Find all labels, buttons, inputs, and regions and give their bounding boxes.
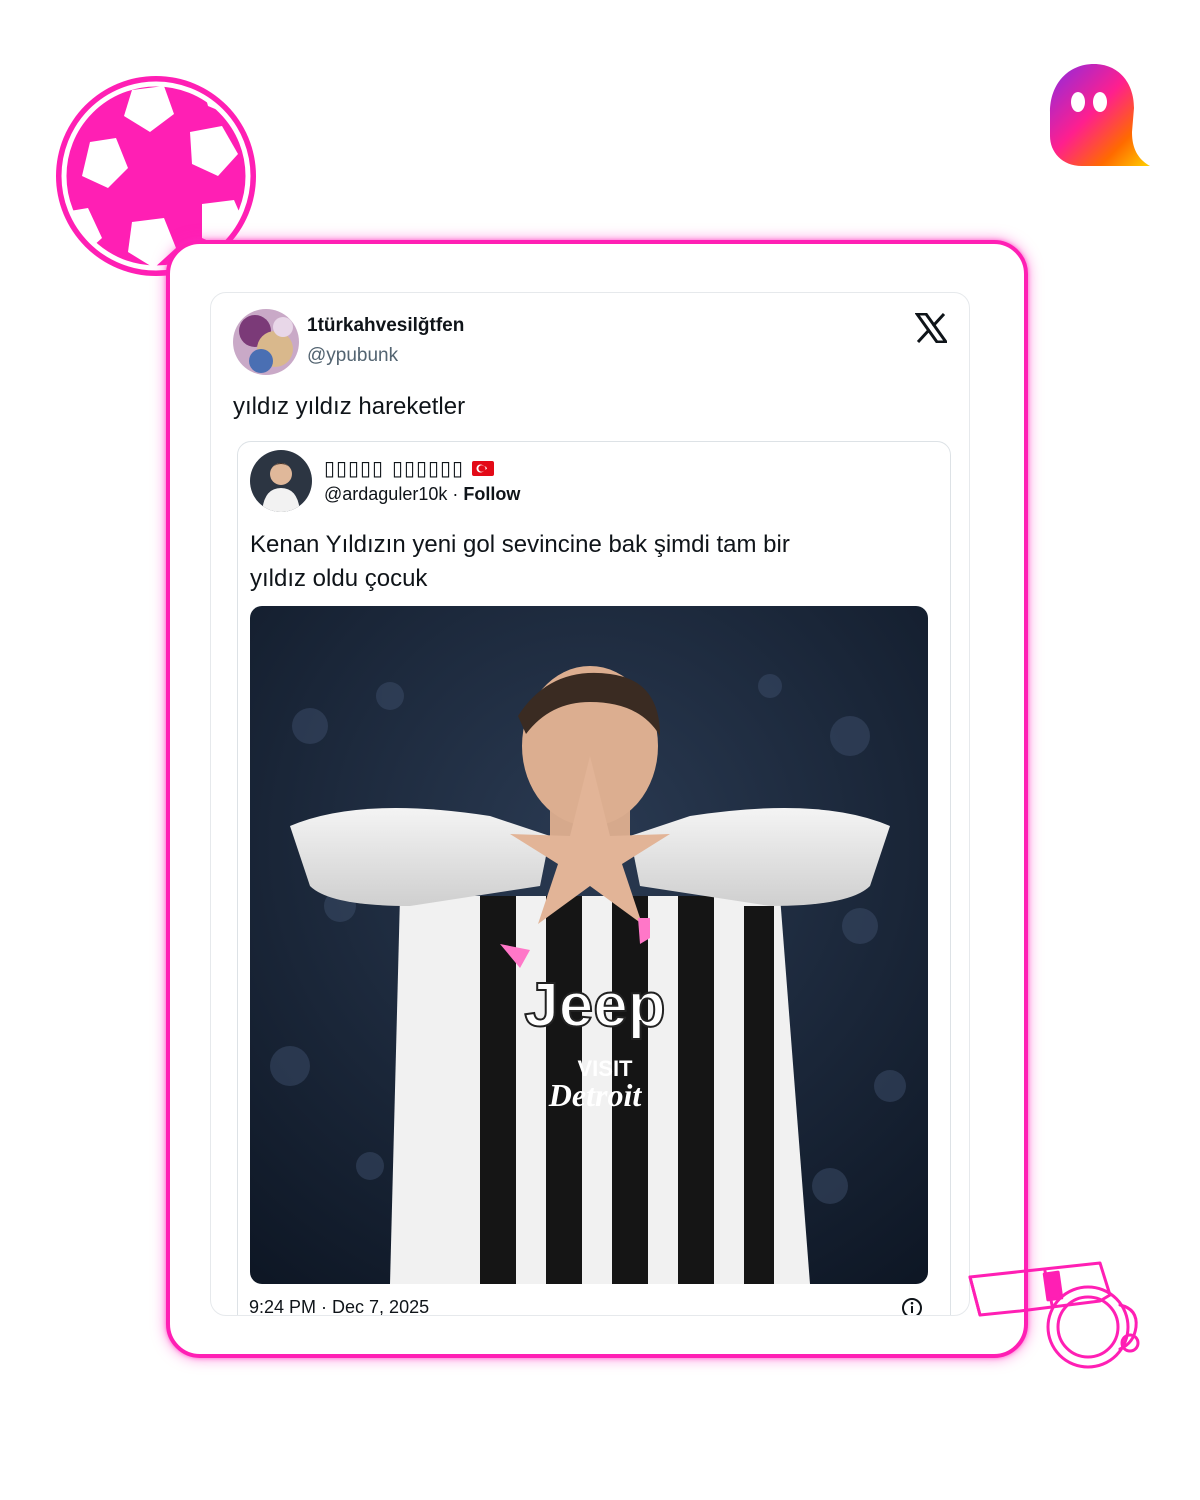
tweet-card[interactable]: 1türkahvesilğtfen @ypubunk yıldız yıldız… [210, 292, 970, 1316]
tweet-timestamp[interactable]: 9:24 PM · Dec 7, 2025 [249, 1297, 429, 1315]
quoted-text-line: Kenan Yıldızın yeni gol sevincine bak şi… [250, 531, 790, 558]
sponsor-text: Jeep [524, 971, 665, 1040]
whistle-icon [968, 1261, 1140, 1369]
quoted-display-name[interactable]: ▯▯▯▯▯ ▯▯▯▯▯▯ [324, 456, 464, 480]
ghost-logo-icon [1050, 64, 1150, 166]
quoted-text: Kenan Yıldızın yeni gol sevincine bak şi… [250, 528, 890, 596]
quoted-handle-row: @ardaguler10k · Follow [324, 484, 520, 505]
author-name[interactable]: 1türkahvesilğtfen [307, 315, 464, 337]
separator: · [447, 484, 464, 504]
quoted-handle[interactable]: @ardaguler10k [324, 484, 447, 504]
quoted-name-row: ▯▯▯▯▯ ▯▯▯▯▯▯ [324, 456, 495, 480]
author-handle[interactable]: @ypubunk [307, 345, 398, 367]
quoted-tweet[interactable]: ▯▯▯▯▯ ▯▯▯▯▯▯ @ardaguler10k · Follow Kena… [237, 441, 951, 1315]
info-icon[interactable] [901, 1297, 923, 1316]
quoted-author-avatar[interactable] [250, 450, 312, 512]
tweet-photo[interactable]: Jeep VISIT Detroit [250, 606, 928, 1284]
x-logo-icon[interactable] [915, 313, 947, 343]
author-avatar[interactable] [233, 309, 299, 375]
turkey-flag-icon [472, 460, 495, 476]
tweet-text: yıldız yıldız hareketler [233, 393, 466, 420]
sponsor-sub-text: Detroit [548, 1077, 643, 1113]
follow-button[interactable]: Follow [463, 484, 520, 504]
quoted-text-line: yıldız oldu çocuk [250, 565, 428, 592]
